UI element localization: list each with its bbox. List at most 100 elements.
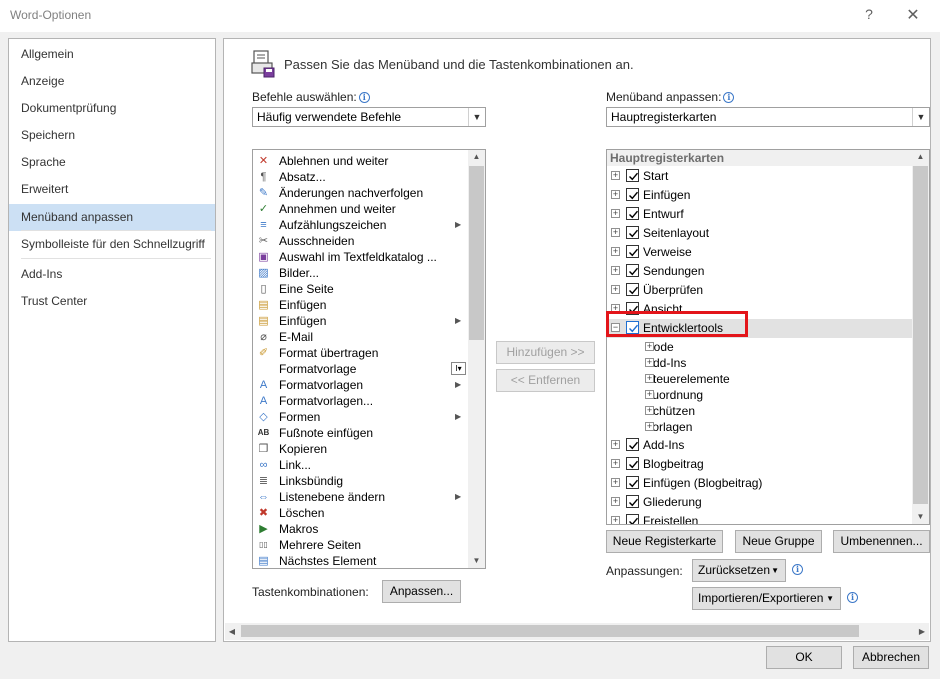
expand-icon[interactable]: + bbox=[611, 266, 620, 275]
list-item[interactable]: ✐ Format übertragen bbox=[253, 345, 467, 361]
expand-icon[interactable]: + bbox=[611, 209, 620, 218]
checkbox[interactable] bbox=[626, 514, 639, 524]
checkbox[interactable] bbox=[626, 169, 639, 182]
checkbox[interactable] bbox=[626, 245, 639, 258]
expand-icon[interactable]: + bbox=[645, 406, 654, 415]
list-item[interactable]: ▯▯ Mehrere Seiten bbox=[253, 537, 467, 553]
new-group-button[interactable]: Neue Gruppe bbox=[735, 530, 822, 553]
checkbox[interactable] bbox=[626, 188, 639, 201]
expand-icon[interactable]: + bbox=[645, 390, 654, 399]
horizontal-scrollbar[interactable]: ◀ ▶ bbox=[225, 623, 929, 640]
checkbox[interactable] bbox=[626, 476, 639, 489]
list-item[interactable]: ≣ Linksbündig bbox=[253, 473, 467, 489]
list-item[interactable]: ⌀ E-Mail bbox=[253, 329, 467, 345]
scrollbar-thumb[interactable] bbox=[913, 166, 928, 504]
expand-icon[interactable]: + bbox=[645, 342, 654, 351]
tree-node[interactable]: + Entwurf bbox=[607, 205, 912, 224]
customize-shortcuts-button[interactable]: Anpassen... bbox=[382, 580, 461, 603]
chevron-down-icon[interactable]: ▼ bbox=[468, 108, 485, 126]
list-item[interactable]: ▤ Nächstes Element bbox=[253, 553, 467, 568]
commands-dropdown[interactable]: Häufig verwendete Befehle ▼ bbox=[252, 107, 486, 127]
sidebar-item[interactable]: Symbolleiste für den Schnellzugriff bbox=[9, 231, 215, 258]
expand-icon[interactable]: + bbox=[611, 247, 620, 256]
tree-node[interactable]: + Einfügen bbox=[607, 186, 912, 205]
ribbon-dropdown[interactable]: Hauptregisterkarten ▼ bbox=[606, 107, 930, 127]
scrollbar-thumb[interactable] bbox=[469, 166, 484, 340]
list-item[interactable]: AB Fußnote einfügen bbox=[253, 425, 467, 441]
expand-icon[interactable]: + bbox=[611, 285, 620, 294]
tree-node[interactable]: + Add-Ins bbox=[607, 436, 912, 455]
info-icon[interactable]: i bbox=[358, 92, 370, 103]
tree-child-node[interactable]: + Steuerelemente bbox=[645, 371, 730, 387]
sidebar-item[interactable]: Trust Center bbox=[9, 288, 215, 315]
scroll-up-icon[interactable]: ▲ bbox=[468, 150, 485, 164]
tree-node[interactable]: + Gliederung bbox=[607, 493, 912, 512]
tree-node[interactable]: + Blogbeitrag bbox=[607, 455, 912, 474]
list-item[interactable]: ⇔ Listenebene ändern ▶ bbox=[253, 489, 467, 505]
remove-button[interactable]: << Entfernen bbox=[496, 369, 595, 392]
expand-icon[interactable]: + bbox=[611, 190, 620, 199]
expand-icon[interactable]: + bbox=[645, 374, 654, 383]
chevron-down-icon[interactable]: ▼ bbox=[912, 108, 929, 126]
list-item[interactable]: ❐ Kopieren bbox=[253, 441, 467, 457]
scroll-right-icon[interactable]: ▶ bbox=[915, 623, 929, 640]
list-item[interactable]: A Formatvorlagen... bbox=[253, 393, 467, 409]
expand-icon[interactable]: + bbox=[611, 228, 620, 237]
tree-node[interactable]: + Sendungen bbox=[607, 262, 912, 281]
tree-node[interactable]: + Start bbox=[607, 167, 912, 186]
expand-icon[interactable]: + bbox=[645, 422, 654, 431]
checkbox[interactable] bbox=[626, 495, 639, 508]
tree-child-node[interactable]: + Code bbox=[645, 339, 674, 355]
help-icon[interactable]: ? bbox=[862, 6, 876, 22]
list-item[interactable]: ▤ Einfügen bbox=[253, 297, 467, 313]
tree-child-node[interactable]: + Add-Ins bbox=[645, 355, 686, 371]
sidebar-item[interactable]: Speichern bbox=[9, 122, 215, 149]
checkbox[interactable] bbox=[626, 438, 639, 451]
info-icon[interactable]: i bbox=[723, 92, 735, 103]
list-item[interactable]: ▣ Auswahl im Textfeldkatalog ... bbox=[253, 249, 467, 265]
info-icon[interactable]: i bbox=[847, 592, 858, 603]
list-item[interactable]: ✓ Annehmen und weiter bbox=[253, 201, 467, 217]
reset-button[interactable]: Zurücksetzen ▼ bbox=[692, 559, 786, 582]
scroll-up-icon[interactable]: ▲ bbox=[912, 150, 929, 164]
list-item[interactable]: ✂ Ausschneiden bbox=[253, 233, 467, 249]
tree-node[interactable]: + Seitenlayout bbox=[607, 224, 912, 243]
scroll-down-icon[interactable]: ▼ bbox=[912, 510, 929, 524]
sidebar-item[interactable]: Dokumentprüfung bbox=[9, 95, 215, 122]
expand-icon[interactable]: + bbox=[611, 497, 620, 506]
sidebar-item[interactable]: Allgemein bbox=[9, 41, 215, 68]
cancel-button[interactable]: Abbrechen bbox=[853, 646, 929, 669]
commands-list[interactable]: ▤ Nächstes Element ▯▯ Mehrere Seiten ▶ Makros… bbox=[252, 149, 486, 569]
list-item[interactable]: ✖ Löschen bbox=[253, 505, 467, 521]
list-item[interactable]: ▤ Einfügen ▶ bbox=[253, 313, 467, 329]
scrollbar-thumb[interactable] bbox=[241, 625, 859, 637]
commands-scrollbar[interactable]: ▲ ▼ bbox=[468, 150, 485, 568]
list-item[interactable]: ∞ Link... bbox=[253, 457, 467, 473]
list-item[interactable]: ¶ Absatz... bbox=[253, 169, 467, 185]
list-item[interactable]: A Formatvorlagen ▶ bbox=[253, 377, 467, 393]
tree-node[interactable]: + Freistellen bbox=[607, 512, 912, 524]
expand-icon[interactable]: + bbox=[611, 516, 620, 524]
list-item[interactable]: Formatvorlage I▾ bbox=[253, 361, 467, 377]
sidebar-item[interactable]: Menüband anpassen bbox=[9, 204, 215, 231]
tree-child-node[interactable]: + Zuordnung bbox=[645, 387, 703, 403]
tree-node[interactable]: + Verweise bbox=[607, 243, 912, 262]
list-item[interactable]: ▨ Bilder... bbox=[253, 265, 467, 281]
expand-icon[interactable]: + bbox=[645, 358, 654, 367]
checkbox[interactable] bbox=[626, 457, 639, 470]
expand-icon[interactable]: + bbox=[611, 171, 620, 180]
info-icon[interactable]: i bbox=[792, 564, 803, 575]
checkbox[interactable] bbox=[626, 226, 639, 239]
ok-button[interactable]: OK bbox=[766, 646, 842, 669]
list-item[interactable]: ✕ Ablehnen und weiter bbox=[253, 153, 467, 169]
expand-icon[interactable]: + bbox=[611, 459, 620, 468]
sidebar-item[interactable]: Sprache bbox=[9, 149, 215, 176]
checkbox[interactable] bbox=[626, 283, 639, 296]
tree-scrollbar[interactable]: ▲ ▼ bbox=[912, 150, 929, 524]
add-button[interactable]: Hinzufügen >> bbox=[496, 341, 595, 364]
list-item[interactable]: ◇ Formen ▶ bbox=[253, 409, 467, 425]
tree-child-node[interactable]: + Schützen bbox=[645, 403, 695, 419]
list-item[interactable]: ≡ Aufzählungszeichen ▶ bbox=[253, 217, 467, 233]
tree-node[interactable]: + Überprüfen bbox=[607, 281, 912, 300]
close-icon[interactable]: ✕ bbox=[904, 5, 922, 25]
